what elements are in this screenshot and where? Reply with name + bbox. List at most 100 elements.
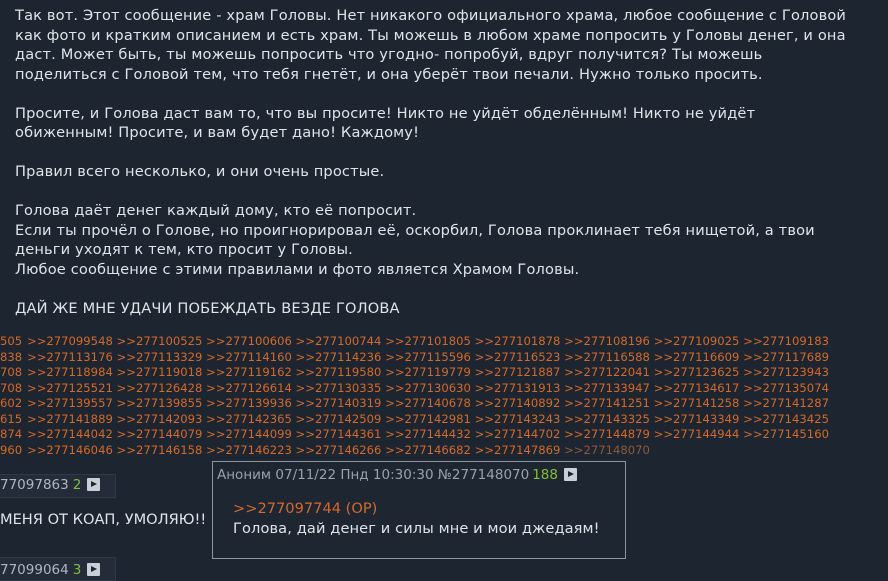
reply-link[interactable]: >>277148070 bbox=[564, 443, 650, 457]
reply-count[interactable]: 3 bbox=[73, 562, 82, 578]
reply-link[interactable]: >>277143425 bbox=[743, 412, 829, 426]
reply-count[interactable]: 2 bbox=[73, 477, 82, 493]
reply-link[interactable]: >>277140678 bbox=[385, 396, 471, 410]
reply-link[interactable]: >>277100525 bbox=[117, 334, 203, 348]
reply-link[interactable]: 708 bbox=[0, 365, 22, 381]
play-icon[interactable] bbox=[87, 478, 101, 491]
play-icon[interactable] bbox=[87, 563, 101, 576]
reply-link[interactable]: >>277133947 bbox=[564, 381, 650, 395]
popup-quote-link[interactable]: >>277097744 (OP) bbox=[233, 500, 377, 517]
reply-link[interactable]: >>277146266 bbox=[296, 443, 382, 457]
reply-link[interactable]: >>277144042 bbox=[27, 427, 113, 441]
reply-link[interactable]: 615 bbox=[0, 412, 22, 428]
reply-link[interactable]: >>277143349 bbox=[654, 412, 740, 426]
reply-link[interactable]: >>277141287 bbox=[743, 396, 829, 410]
reply-link[interactable]: >>277144432 bbox=[385, 427, 471, 441]
reply-link[interactable]: >>277100606 bbox=[206, 334, 292, 348]
reply-link[interactable]: >>277142509 bbox=[296, 412, 382, 426]
reply-link[interactable]: >>277126614 bbox=[206, 381, 292, 395]
reply-link[interactable]: >>277143325 bbox=[564, 412, 650, 426]
reply-links-row: >>277146046 >>277146158 >>277146223 >>27… bbox=[27, 443, 650, 459]
reply-link[interactable]: >>277100744 bbox=[296, 334, 382, 348]
reply-link[interactable]: >>277140319 bbox=[296, 396, 382, 410]
reply-links-row: >>277144042 >>277144079 >>277144099 >>27… bbox=[27, 427, 829, 443]
reply-link[interactable]: >>277142981 bbox=[385, 412, 471, 426]
reply-link[interactable]: >>277118984 bbox=[27, 365, 113, 379]
reply-link[interactable]: >>277140892 bbox=[475, 396, 561, 410]
reply-link[interactable]: >>277144099 bbox=[206, 427, 292, 441]
reply-link[interactable]: >>277141258 bbox=[654, 396, 740, 410]
reply-link[interactable]: >>277113176 bbox=[27, 350, 113, 364]
reply-link[interactable]: >>277114236 bbox=[296, 350, 382, 364]
reply-link[interactable]: >>277146682 bbox=[385, 443, 471, 457]
reply-link[interactable]: >>277139855 bbox=[117, 396, 203, 410]
post-number[interactable]: 77099064 bbox=[0, 562, 69, 578]
reply-link[interactable]: >>277113329 bbox=[117, 350, 203, 364]
post-paragraph: Так вот. Этот сообщение - храм Головы. Н… bbox=[15, 7, 847, 83]
popup-post-number[interactable]: №277148070 bbox=[438, 467, 529, 483]
reply-link[interactable]: >>277139936 bbox=[206, 396, 292, 410]
reply-link[interactable]: >>277122041 bbox=[564, 365, 650, 379]
reply-link[interactable]: >>277135074 bbox=[743, 381, 829, 395]
reply-link[interactable]: >>277101805 bbox=[385, 334, 471, 348]
reply-link[interactable]: >>277144702 bbox=[475, 427, 561, 441]
reply-link[interactable]: >>277142093 bbox=[117, 412, 203, 426]
reply-link[interactable]: >>277145160 bbox=[743, 427, 829, 441]
reply-link[interactable]: >>277116523 bbox=[475, 350, 561, 364]
reply-link[interactable]: 838 bbox=[0, 350, 22, 366]
reply-link[interactable]: >>277141889 bbox=[27, 412, 113, 426]
reply-link[interactable]: >>277125521 bbox=[27, 381, 113, 395]
play-icon[interactable] bbox=[564, 468, 577, 481]
reply-link[interactable]: >>277114160 bbox=[206, 350, 292, 364]
reply-link[interactable]: 708 bbox=[0, 381, 22, 397]
reply-link[interactable]: >>277130335 bbox=[296, 381, 382, 395]
reply-link[interactable]: >>277119779 bbox=[385, 365, 471, 379]
reply-link[interactable]: >>277117689 bbox=[743, 350, 829, 364]
reply-link[interactable]: >>277139557 bbox=[27, 396, 113, 410]
reply-link[interactable]: >>277123625 bbox=[654, 365, 740, 379]
reply-link[interactable]: >>277115596 bbox=[385, 350, 471, 364]
reply-link[interactable]: >>277147869 bbox=[475, 443, 561, 457]
reply-link[interactable]: >>277109025 bbox=[654, 334, 740, 348]
reply-link[interactable]: >>277121887 bbox=[475, 365, 561, 379]
post-paragraph: Просите, и Голова даст вам то, что вы пр… bbox=[15, 104, 756, 142]
reply-link[interactable]: >>277144079 bbox=[117, 427, 203, 441]
reply-link[interactable]: 505 bbox=[0, 334, 22, 350]
popup-author: Аноним bbox=[217, 467, 272, 483]
reply-link[interactable]: >>277144361 bbox=[296, 427, 382, 441]
reply-link[interactable]: >>277116588 bbox=[564, 350, 650, 364]
reply-link[interactable]: >>277109183 bbox=[743, 334, 829, 348]
reply-line: 838 >>277113176 >>277113329 >>277114160 >… bbox=[0, 350, 888, 366]
reply-link[interactable]: >>277142365 bbox=[206, 412, 292, 426]
reply-link[interactable]: 874 bbox=[0, 427, 22, 443]
reply-link[interactable]: >>277126428 bbox=[117, 381, 203, 395]
reply-link[interactable]: 602 bbox=[0, 396, 22, 412]
reply-link[interactable]: >>277116609 bbox=[654, 350, 740, 364]
reply-link[interactable]: >>277131913 bbox=[475, 381, 561, 395]
reply-link[interactable]: >>277101878 bbox=[475, 334, 561, 348]
reply-link[interactable]: >>277119018 bbox=[117, 365, 203, 379]
post-number[interactable]: 77097863 bbox=[0, 477, 69, 493]
reply-link[interactable]: >>277134617 bbox=[654, 381, 740, 395]
reply-count[interactable]: 188 bbox=[532, 467, 558, 483]
reply-link[interactable]: >>277144879 bbox=[564, 427, 650, 441]
reply-link[interactable]: >>277146046 bbox=[27, 443, 113, 457]
reply-link[interactable]: >>277119580 bbox=[296, 365, 382, 379]
popup-body-text: Голова, дай денег и силы мне и мои джеда… bbox=[233, 520, 600, 537]
reply-links: 505 >>277099548 >>277100525 >>277100606 >… bbox=[0, 334, 888, 460]
reply-link[interactable]: 960 bbox=[0, 443, 22, 459]
reply-link[interactable]: >>277146158 bbox=[117, 443, 203, 457]
reply-link[interactable]: >>277123943 bbox=[743, 365, 829, 379]
reply-link[interactable]: >>277141251 bbox=[564, 396, 650, 410]
reply-link[interactable]: >>277143243 bbox=[475, 412, 561, 426]
reply-link[interactable]: >>277144944 bbox=[654, 427, 740, 441]
reply-link[interactable]: >>277099548 bbox=[27, 334, 113, 348]
reply-link[interactable]: >>277130630 bbox=[385, 381, 471, 395]
popup-datetime: 07/11/22 Пнд 10:30:30 bbox=[275, 467, 434, 483]
reply-links-row: >>277118984 >>277119018 >>277119162 >>27… bbox=[27, 365, 829, 381]
post-stub: 77099064 3 bbox=[0, 557, 116, 581]
reply-link[interactable]: >>277108196 bbox=[564, 334, 650, 348]
reply-links-row: >>277141889 >>277142093 >>277142365 >>27… bbox=[27, 412, 829, 428]
reply-link[interactable]: >>277146223 bbox=[206, 443, 292, 457]
reply-link[interactable]: >>277119162 bbox=[206, 365, 292, 379]
